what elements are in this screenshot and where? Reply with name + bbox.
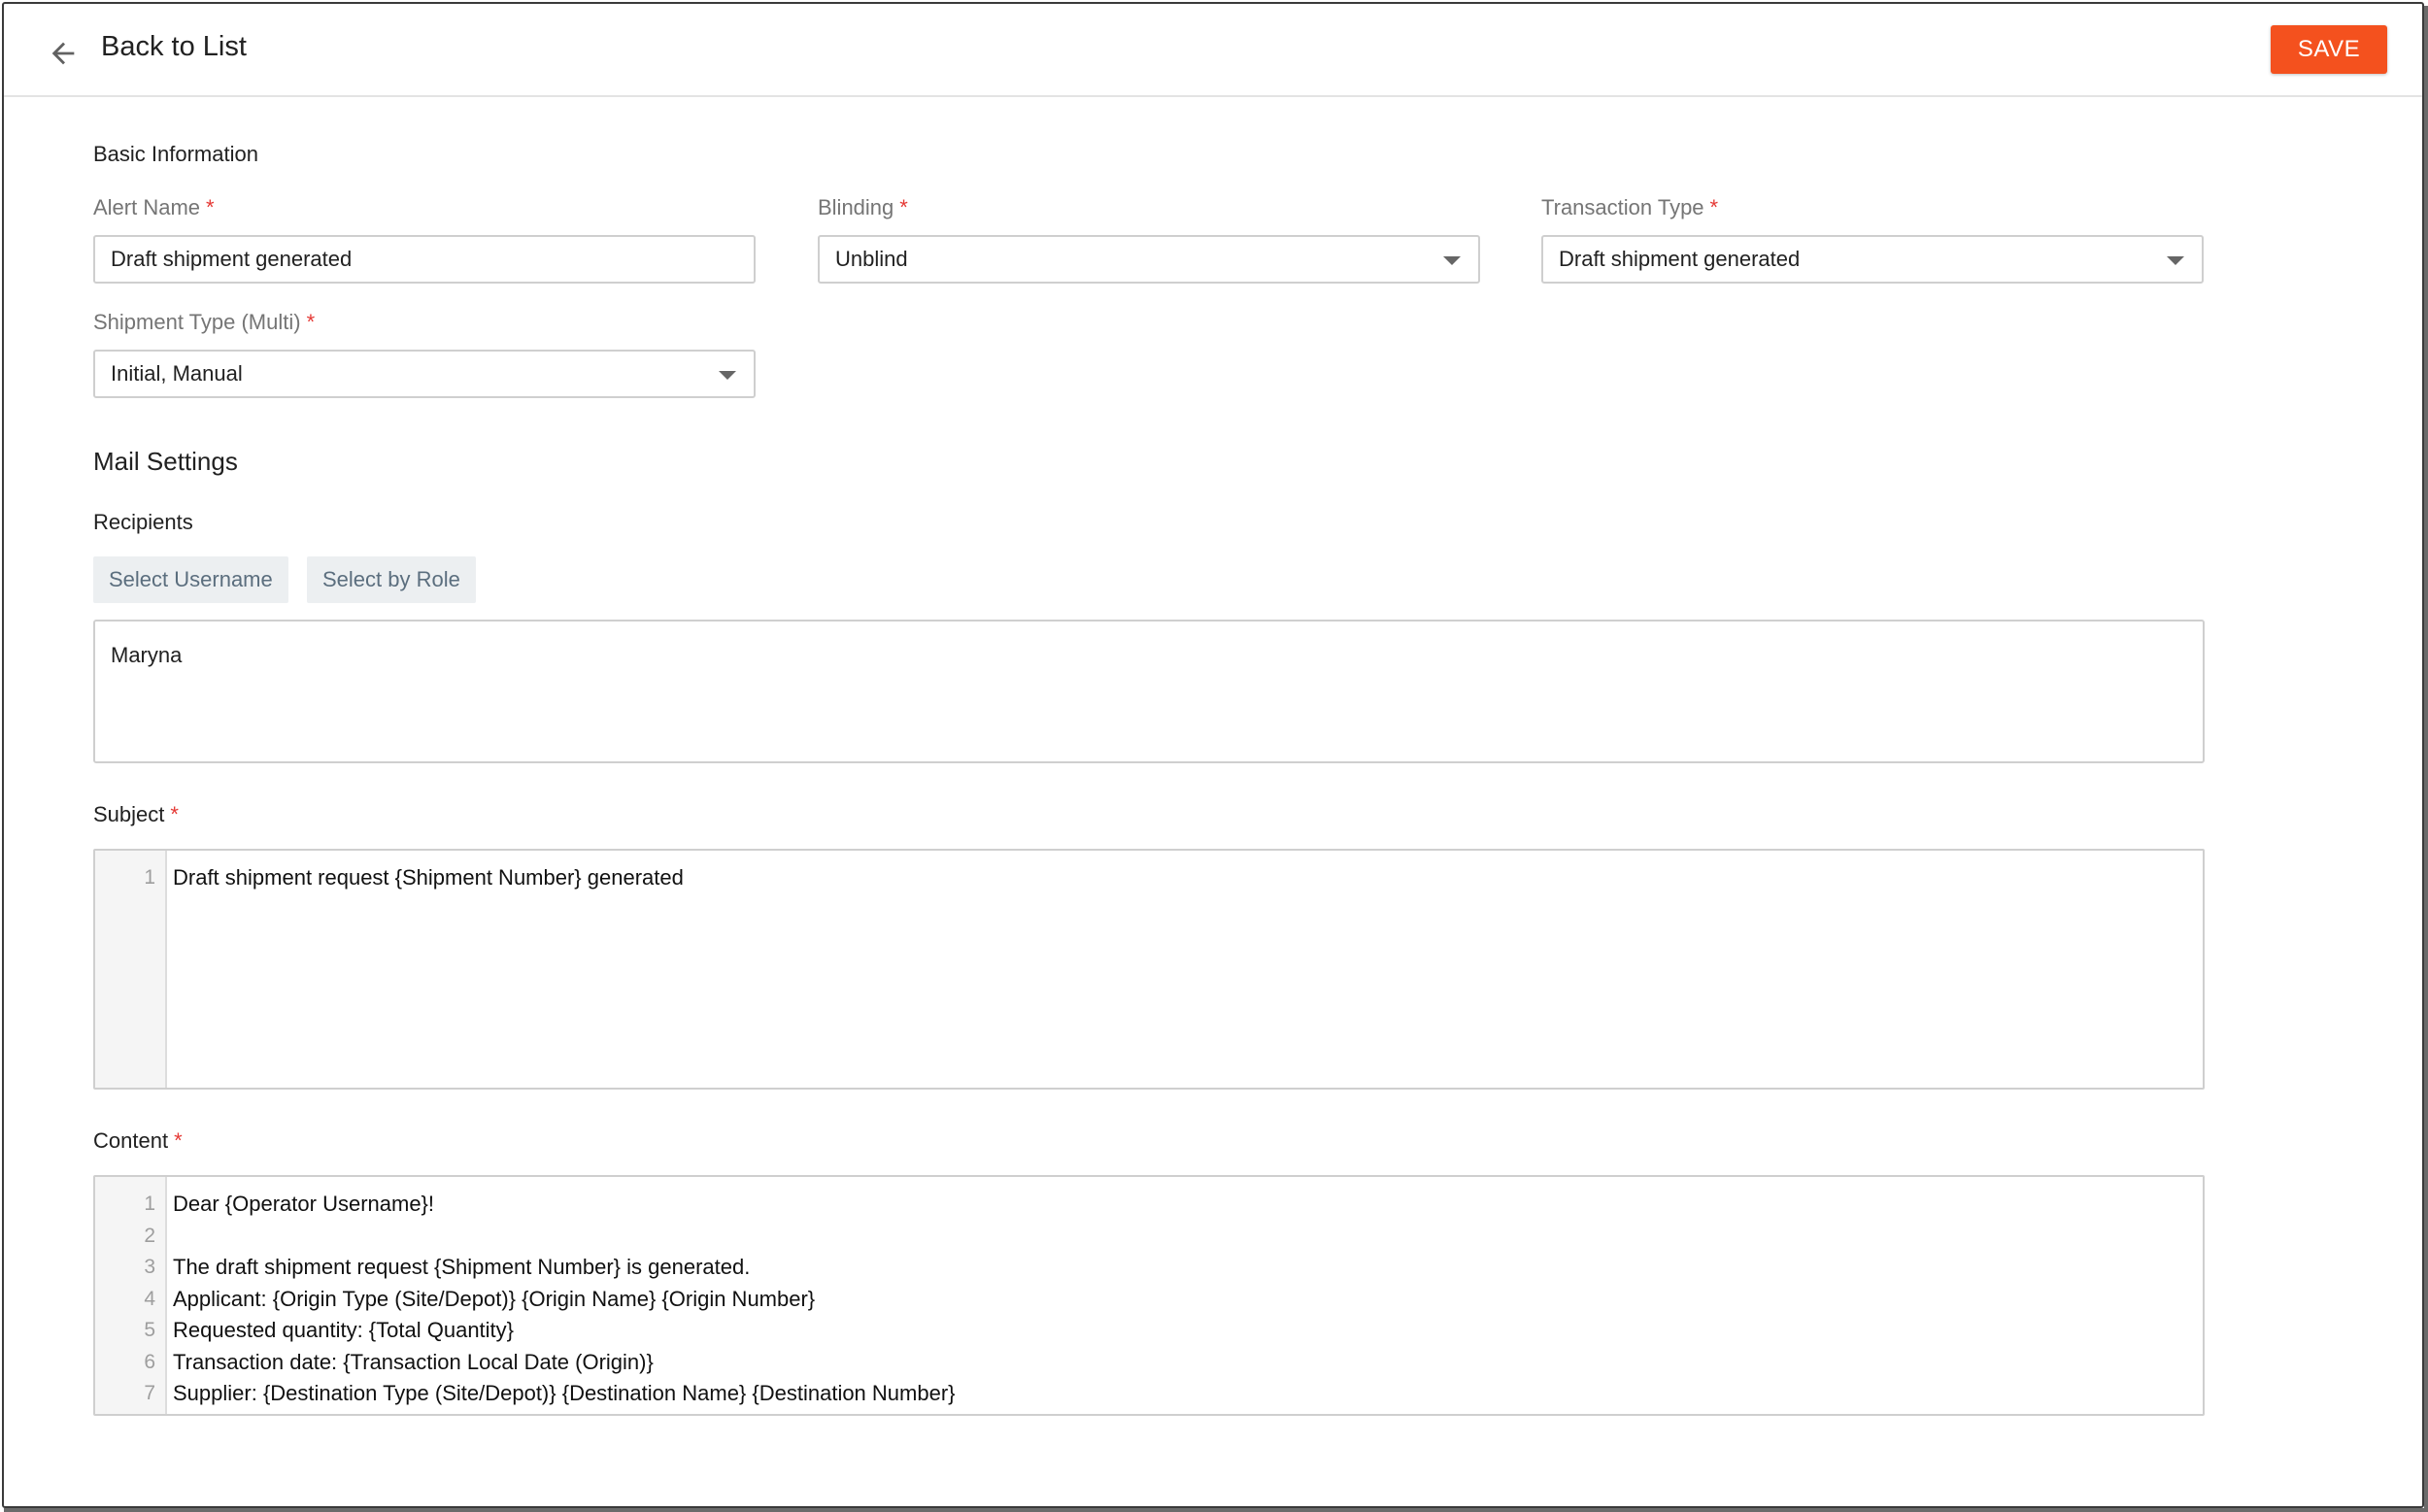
line-number: 6 xyxy=(144,1350,155,1373)
dropdown-caret-icon xyxy=(719,371,736,380)
code-line: Supplier: {Destination Type (Site/Depot)… xyxy=(173,1381,956,1405)
subject-code-area[interactable]: Draft shipment request {Shipment Number}… xyxy=(167,851,2203,1088)
line-number: 8 xyxy=(95,1410,165,1415)
alert-name-input[interactable]: Draft shipment generated xyxy=(93,235,756,284)
recipients-label: Recipients xyxy=(93,510,193,534)
app-window: Back to List SAVE Basic Information Aler… xyxy=(2,2,2424,1508)
window-shadow xyxy=(2424,6,2428,1512)
select-username-button[interactable]: Select Username xyxy=(93,556,288,603)
subject-label: Subject * xyxy=(93,802,179,826)
mail-settings-heading: Mail Settings xyxy=(93,447,238,476)
code-line: Draft shipment request {Shipment Number}… xyxy=(173,865,684,890)
shipment-type-select[interactable]: Initial, Manual xyxy=(93,350,756,398)
blinding-label: Blinding * xyxy=(818,195,908,219)
transaction-type-label: Transaction Type * xyxy=(1541,195,1719,219)
line-number: 7 xyxy=(144,1382,155,1404)
recipients-field[interactable]: Maryna xyxy=(93,620,2205,763)
subject-editor[interactable]: 1 Draft shipment request {Shipment Numbe… xyxy=(93,849,2205,1090)
recipient-chip: Maryna xyxy=(111,643,183,667)
line-number: 2 xyxy=(144,1224,155,1247)
alert-name-label: Alert Name * xyxy=(93,195,215,219)
transaction-type-select[interactable]: Draft shipment generated xyxy=(1541,235,2204,284)
required-asterisk: * xyxy=(899,195,908,219)
dropdown-caret-icon xyxy=(2167,256,2184,265)
required-asterisk: * xyxy=(174,1128,183,1153)
line-number: 1 xyxy=(144,1193,155,1215)
required-asterisk: * xyxy=(206,195,215,219)
back-to-list-link[interactable]: Back to List xyxy=(101,31,247,63)
line-number-gutter: 1 2 3 4 5 6 7 8 xyxy=(95,1177,167,1414)
window-shadow xyxy=(4,1508,2426,1512)
top-bar: Back to List SAVE xyxy=(4,4,2422,97)
line-number: 1 xyxy=(144,866,155,889)
code-line: The draft shipment request {Shipment Num… xyxy=(173,1255,751,1279)
code-line: Requested quantity: {Total Quantity} xyxy=(173,1318,515,1342)
code-line: Dear {Operator Username}! xyxy=(173,1192,435,1216)
required-asterisk: * xyxy=(1709,195,1719,219)
required-asterisk: * xyxy=(306,310,316,334)
save-button[interactable]: SAVE xyxy=(2271,25,2387,74)
content-code-area[interactable]: Dear {Operator Username}! The draft ship… xyxy=(167,1177,2203,1414)
arrow-left-icon[interactable] xyxy=(47,37,80,70)
line-number: 4 xyxy=(144,1287,155,1310)
basic-information-heading: Basic Information xyxy=(93,142,258,166)
content-editor[interactable]: 1 2 3 4 5 6 7 8 Dear {Operator Username}… xyxy=(93,1175,2205,1416)
content-label: Content * xyxy=(93,1128,183,1153)
line-number-gutter: 1 xyxy=(95,851,167,1088)
code-line: Transaction date: {Transaction Local Dat… xyxy=(173,1349,654,1374)
dropdown-caret-icon xyxy=(1443,256,1461,265)
line-number: 5 xyxy=(144,1319,155,1341)
blinding-select[interactable]: Unblind xyxy=(818,235,1480,284)
required-asterisk: * xyxy=(170,802,179,826)
line-number: 3 xyxy=(144,1256,155,1278)
select-by-role-button[interactable]: Select by Role xyxy=(307,556,476,603)
shipment-type-label: Shipment Type (Multi) * xyxy=(93,310,316,334)
code-line: Applicant: {Origin Type (Site/Depot)} {O… xyxy=(173,1286,816,1311)
